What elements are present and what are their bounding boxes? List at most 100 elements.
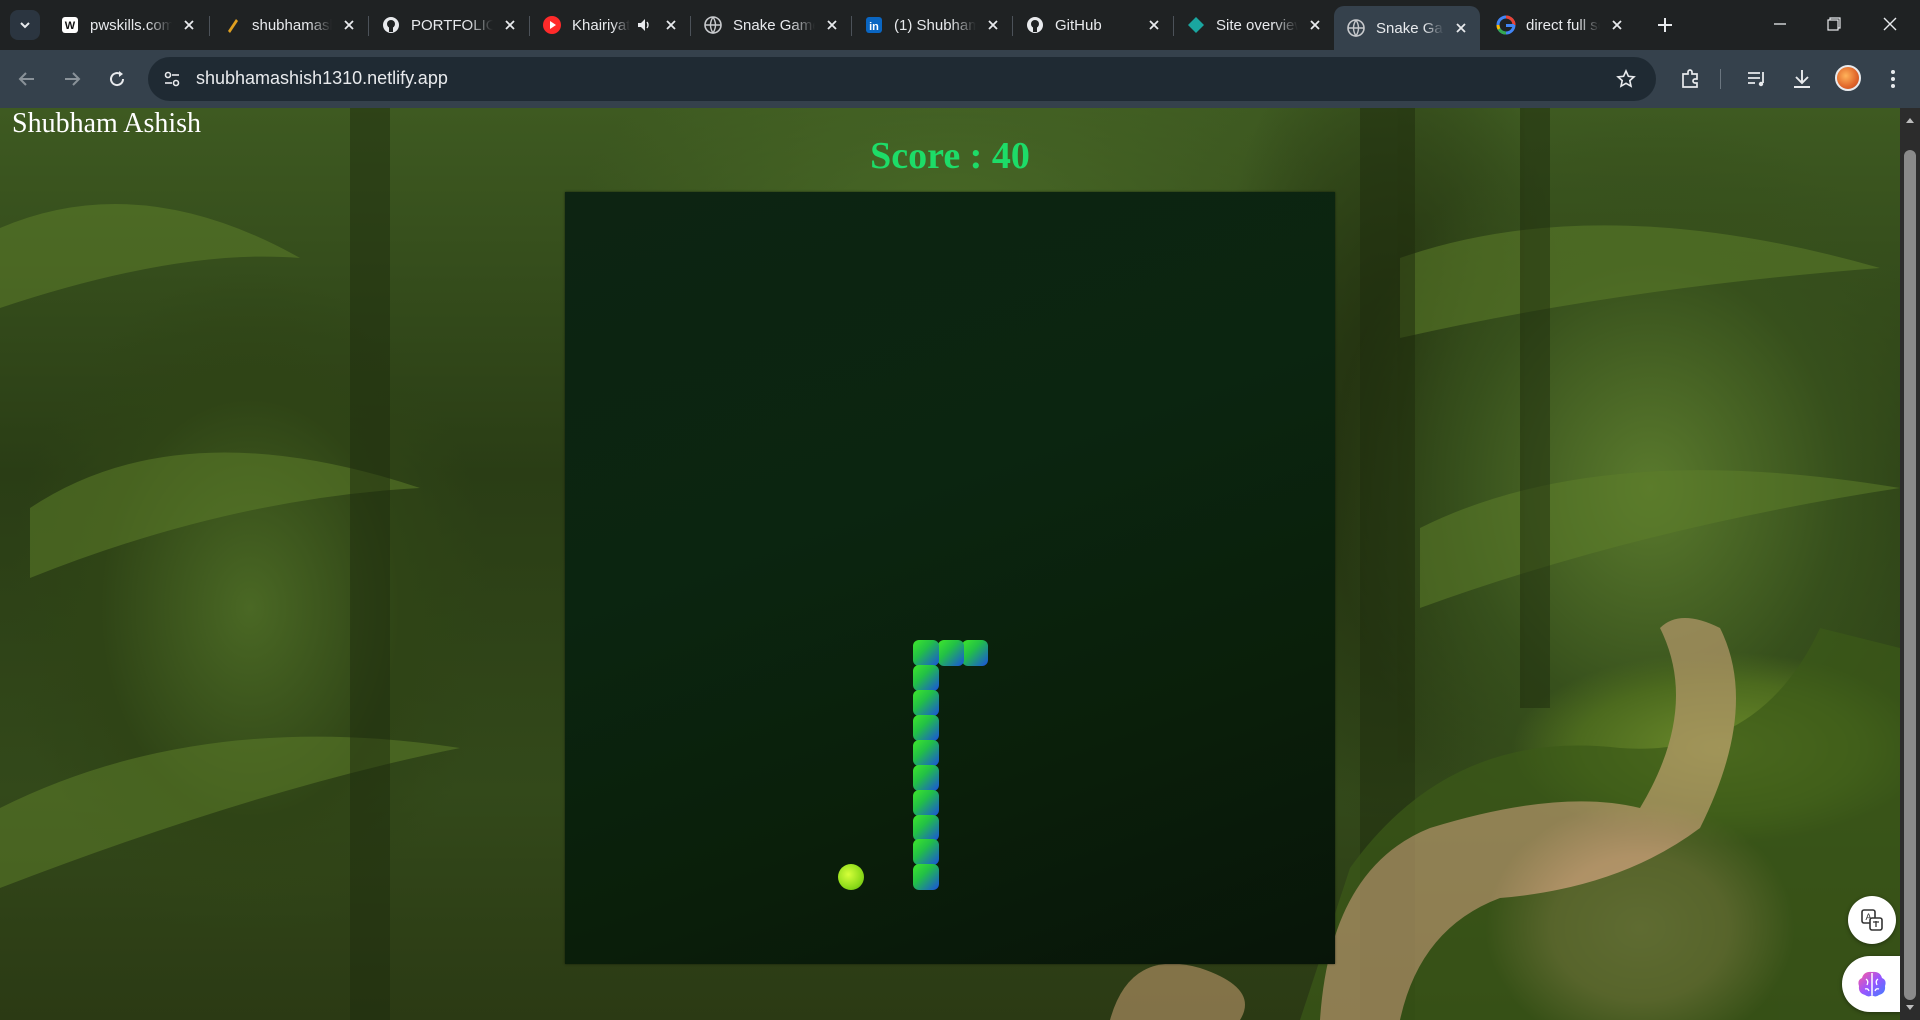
tab-title: direct full screen [1526,16,1600,34]
site-info-icon[interactable] [160,67,184,91]
tab-github[interactable]: GitHub [1013,6,1173,44]
tab-portfolio[interactable]: PORTFOLIO [369,6,529,44]
close-icon [1883,17,1897,31]
tab-title: shubhamashish [252,16,332,34]
pwskills-icon: W [60,15,80,35]
brain-icon [1858,971,1886,997]
extensions-button[interactable] [1676,64,1706,94]
minimize-button[interactable] [1752,0,1808,48]
globe-icon [1346,18,1366,38]
puzzle-icon [1682,69,1698,88]
snake-segment [912,839,939,866]
page-scrollbar[interactable] [1900,108,1920,1020]
tab-shubhamashish[interactable]: shubhamashish [210,6,368,44]
menu-button[interactable] [1878,64,1908,94]
new-tab-button[interactable] [1650,10,1680,40]
snake-segment [912,640,939,667]
tab-title: Khairiyat [572,16,630,34]
github-icon [1025,15,1045,35]
close-icon[interactable] [338,14,360,36]
game-board[interactable] [565,192,1335,964]
downloads-button[interactable] [1787,64,1817,94]
close-icon[interactable] [660,14,682,36]
browser-toolbar: shubhamashish1310.netlify.app [0,50,1920,108]
linkedin-icon: in [864,15,884,35]
tab-google-search[interactable]: direct full screen [1484,6,1636,44]
tab-strip: W pwskills.com shubhamashish PORTFOLIO K… [0,0,1920,50]
snake-segment [912,665,939,692]
profile-avatar[interactable] [1835,65,1861,91]
snake-head [962,640,989,667]
close-icon[interactable] [1606,14,1628,36]
tab-title: Snake Game [1376,19,1444,37]
youtube-icon [542,15,562,35]
tab-site-overview[interactable]: Site overview [1174,6,1334,44]
tab-linkedin[interactable]: in (1) Shubham [852,6,1012,44]
tab-title: GitHub [1055,16,1102,34]
snake-segment [912,739,939,766]
snake-segment [937,640,964,667]
scrollbar-thumb[interactable] [1904,150,1916,1000]
tab-title: pwskills.com [90,16,172,34]
plus-icon [1658,18,1672,32]
toolbar-divider [1720,69,1721,89]
scroll-up-arrow-icon[interactable] [1900,110,1920,130]
score-display: Score : 40 [0,134,1900,178]
snake-segment [912,690,939,717]
restore-icon [1827,17,1841,31]
translate-icon: A [1861,909,1883,931]
tab-khairiyat[interactable]: Khairiyat [530,6,690,44]
snake-segment [912,764,939,791]
speaker-icon[interactable] [634,15,654,35]
media-control-button[interactable] [1742,64,1772,94]
tab-search-button[interactable] [10,10,40,40]
arrow-left-icon [18,72,34,86]
arrow-right-icon [65,72,81,86]
food-pellet [838,864,865,891]
snake-segment [912,814,939,841]
restore-button[interactable] [1806,0,1862,48]
tab-pwskills[interactable]: W pwskills.com [48,6,208,44]
score-label: Score : 40 [870,135,1030,177]
close-icon[interactable] [1450,17,1472,39]
chevron-down-icon [20,22,30,29]
svg-text:in: in [869,21,879,33]
more-vertical-icon [1891,70,1895,88]
tab-title: Site overview [1216,16,1298,34]
tab-title: (1) Shubham [894,16,976,34]
tab-snake-game[interactable]: Snake Game [691,6,851,44]
close-icon[interactable] [1304,14,1326,36]
reload-icon [110,71,125,87]
translate-button[interactable]: A [1848,896,1896,944]
google-icon [1496,15,1516,35]
close-icon[interactable] [1143,14,1165,36]
github-icon [381,15,401,35]
close-icon[interactable] [821,14,843,36]
url-text[interactable]: shubhamashish1310.netlify.app [196,68,448,89]
bookmark-star-icon[interactable] [1614,67,1638,91]
svg-text:W: W [65,20,76,32]
address-bar[interactable]: shubhamashish1310.netlify.app [148,57,1656,101]
close-icon[interactable] [178,14,200,36]
playlist-icon [1748,72,1764,87]
snake-segment [912,864,939,891]
tab-title: Snake Game [733,16,815,34]
scroll-down-arrow-icon[interactable] [1900,998,1920,1018]
tab-snake-game-active[interactable]: Snake Game [1334,6,1480,50]
close-icon[interactable] [982,14,1004,36]
pen-icon [222,15,242,35]
back-button[interactable] [11,63,43,95]
close-window-button[interactable] [1862,0,1918,48]
globe-icon [703,15,723,35]
forward-button[interactable] [56,63,88,95]
minimize-icon [1774,23,1786,25]
page-viewport: Shubham Ashish Score : 40 [0,108,1900,1020]
netlify-icon [1186,15,1206,35]
assistant-button[interactable] [1842,956,1902,1012]
reload-button[interactable] [101,63,133,95]
close-icon[interactable] [499,14,521,36]
tab-title: PORTFOLIO [411,16,493,34]
snake-segment [912,789,939,816]
download-icon [1794,70,1810,88]
snake-segment [912,714,939,741]
